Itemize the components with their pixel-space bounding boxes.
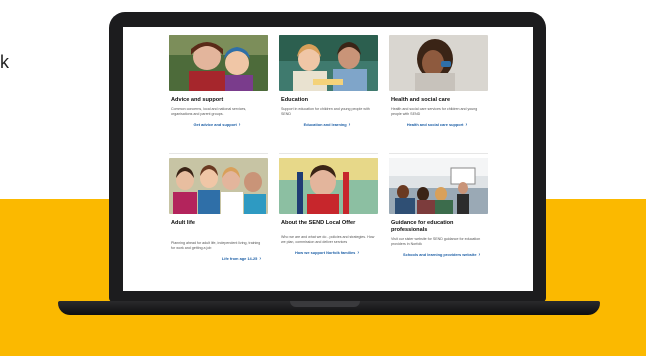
card-description: Visit our sister website for SEND guidan… — [391, 236, 481, 246]
card-health-social-care[interactable]: Health and social care Health and social… — [389, 35, 488, 129]
row-divider — [389, 153, 488, 154]
card-title: Health and social care — [391, 97, 451, 103]
chevron-right-icon: › — [238, 122, 241, 129]
card-description: Planning ahead for adult life, independe… — [171, 240, 261, 251]
card-link[interactable]: Schools and learning providers website › — [389, 252, 485, 259]
card-advice-support[interactable]: Advice and support Common concerns, loca… — [169, 35, 268, 129]
card-guidance-professionals[interactable]: Guidance for education professionals Vis… — [389, 158, 488, 259]
card-title: Education — [281, 97, 309, 103]
card-about-send[interactable]: About the SEND Local Offer Who we are an… — [279, 158, 378, 257]
chevron-right-icon: › — [357, 250, 359, 257]
card-link[interactable]: How we support Norfolk families › — [279, 250, 375, 257]
card-description: Common concerns, local and national serv… — [171, 106, 247, 117]
card-title: Guidance for education professionals — [391, 220, 454, 233]
row-divider — [279, 153, 378, 154]
cropped-edge-text: k — [0, 52, 9, 72]
parent-and-child-photo — [169, 35, 268, 91]
boy-wheelchair-photo — [279, 158, 378, 214]
teacher-classroom-photo — [389, 158, 488, 214]
card-link[interactable]: Get advice and support › — [169, 122, 265, 129]
laptop-screen: Advice and support Common concerns, loca… — [123, 27, 533, 291]
card-education[interactable]: Education Support in education for child… — [279, 35, 378, 129]
row-divider — [169, 153, 268, 154]
card-description: Who we are and what we do - policies and… — [281, 234, 375, 245]
card-description: Health and social care services for chil… — [391, 106, 478, 117]
card-link[interactable]: Health and social care support › — [389, 122, 485, 129]
chevron-right-icon: › — [348, 122, 351, 129]
chevron-right-icon: › — [465, 122, 468, 129]
card-link[interactable]: Education and learning › — [279, 122, 375, 129]
child-inhaler-photo — [389, 35, 488, 91]
card-link[interactable]: Life from age 14-25 › — [169, 256, 265, 263]
young-adults-group-photo — [169, 158, 268, 214]
laptop-notch — [290, 301, 360, 307]
card-title: Advice and support — [171, 97, 224, 103]
card-title: About the SEND Local Offer — [281, 220, 356, 226]
chevron-right-icon: › — [259, 256, 261, 263]
card-adult-life[interactable]: Adult life Planning ahead for adult life… — [169, 158, 268, 263]
chevron-right-icon: › — [478, 252, 481, 259]
card-description: Support in education for children and yo… — [281, 106, 370, 117]
classroom-photo — [279, 35, 378, 91]
card-title: Adult life — [171, 220, 195, 226]
